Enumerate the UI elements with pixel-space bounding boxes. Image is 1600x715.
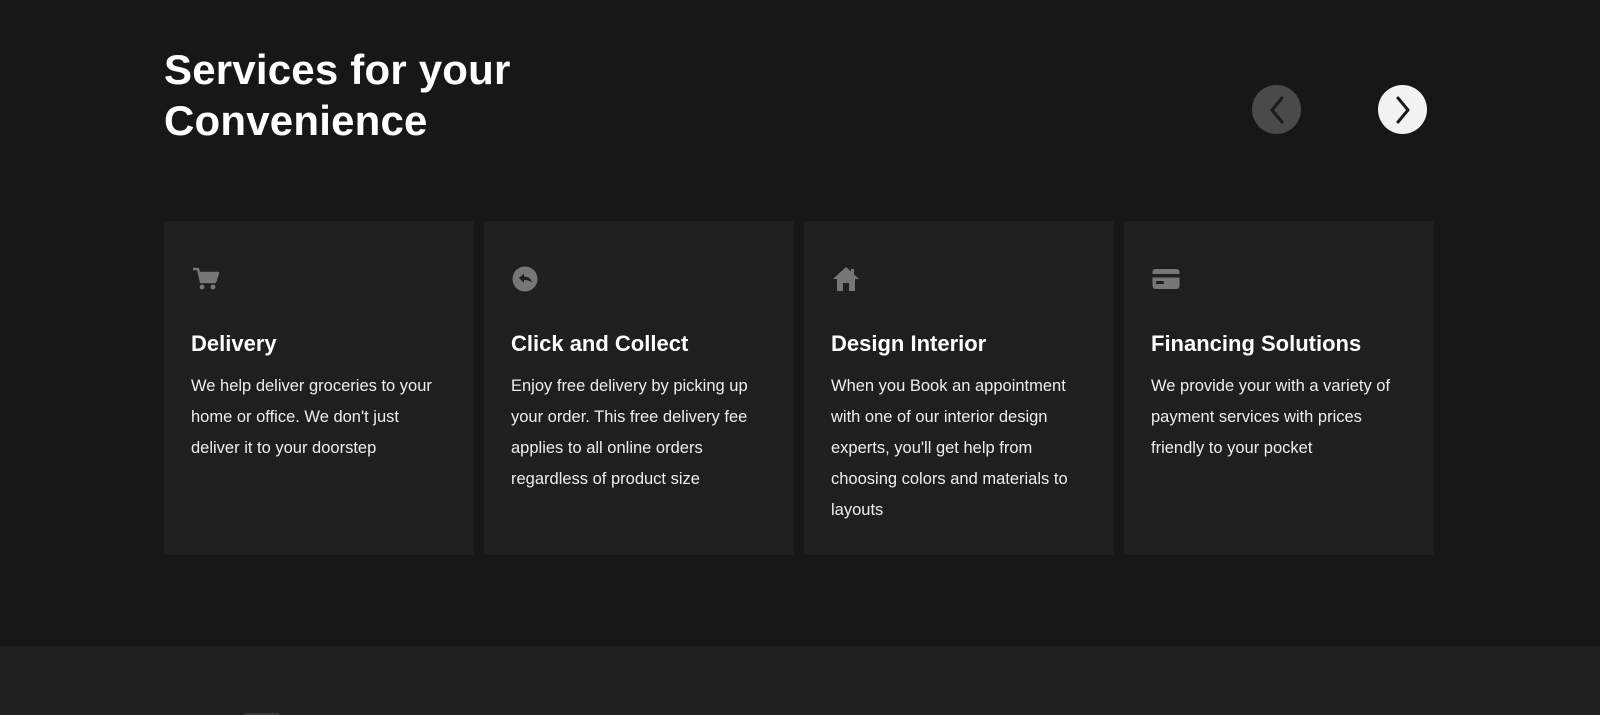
card-description: When you Book an appointment with one of…: [831, 377, 1068, 519]
cart-icon: [191, 261, 227, 297]
card-description: We provide your with a variety of paymen…: [1151, 377, 1391, 457]
section-title: Services for your Convenience: [164, 44, 584, 146]
footer-section: [0, 646, 1600, 715]
card-title: Design Interior: [831, 331, 987, 356]
service-card-delivery[interactable]: Delivery We help deliver groceries to yo…: [164, 221, 474, 555]
card-title: Click and Collect: [511, 331, 689, 356]
section-title-line2: Convenience: [164, 97, 428, 144]
credit-card-icon: [1151, 261, 1187, 297]
home-icon: [831, 261, 867, 297]
chevron-right-icon: [1396, 96, 1409, 123]
carousel-next-button[interactable]: [1378, 85, 1427, 134]
card-description: We help deliver groceries to your home o…: [191, 377, 432, 457]
service-card-financing-solutions[interactable]: Financing Solutions We provide your with…: [1124, 221, 1434, 555]
chevron-left-icon: [1270, 96, 1283, 123]
services-section: Services for your Convenience Delivery W…: [0, 0, 1600, 646]
card-description: Enjoy free delivery by picking up your o…: [511, 377, 748, 488]
return-arrow-icon: [511, 261, 547, 297]
service-cards: Delivery We help deliver groceries to yo…: [164, 221, 1434, 555]
carousel-prev-button[interactable]: [1252, 85, 1301, 134]
service-card-design-interior[interactable]: Design Interior When you Book an appoint…: [804, 221, 1114, 555]
service-card-click-and-collect[interactable]: Click and Collect Enjoy free delivery by…: [484, 221, 794, 555]
card-title: Delivery: [191, 331, 277, 356]
section-title-line1: Services for your: [164, 46, 511, 93]
card-title: Financing Solutions: [1151, 331, 1362, 356]
